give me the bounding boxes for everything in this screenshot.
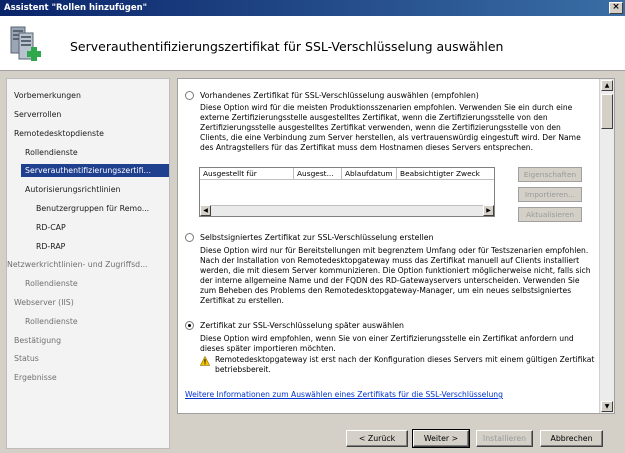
sidebar-item-rollendienste-nps: Rollendienste bbox=[25, 279, 78, 288]
main-content-panel: Vorhandenes Zertifikat für SSL-Verschlüs… bbox=[177, 78, 615, 414]
sidebar-item-netzwerkrichtlinien: Netzwerkrichtlinien- und Zugriffsd... bbox=[7, 260, 148, 269]
server-wizard-icon bbox=[10, 26, 41, 61]
later-desc-line: Diese Option wird empfohlen, wenn Sie vo… bbox=[200, 334, 574, 343]
existing-cert-description: Diese Option wird für die meisten Produk… bbox=[200, 103, 596, 153]
sidebar-item-serverrollen[interactable]: Serverrollen bbox=[14, 108, 61, 121]
scroll-right-icon[interactable]: ▶ bbox=[483, 205, 494, 216]
warning-line: Remotedesktopgateway ist erst nach der K… bbox=[215, 355, 595, 364]
sidebar-item-vorbemerkungen[interactable]: Vorbemerkungen bbox=[14, 89, 81, 102]
cancel-button[interactable]: Abbrechen bbox=[540, 430, 603, 447]
self-signed-label[interactable]: Selbstsigniertes Zertifikat zur SSL-Vers… bbox=[200, 233, 434, 242]
self-signed-desc-line: Nach der Installation von Remotedesktopg… bbox=[200, 256, 580, 265]
self-signed-desc-line: werden, die mit diesem Server kommunizie… bbox=[200, 266, 591, 275]
existing-cert-label[interactable]: Vorhandenes Zertifikat für SSL-Verschlüs… bbox=[200, 91, 479, 100]
properties-button[interactable]: Eigenschaften bbox=[518, 167, 582, 182]
self-signed-desc-line: Diese Option wird nur für Bereitstellung… bbox=[200, 246, 589, 255]
existing-desc-line: Diese Option wird für die meisten Produk… bbox=[200, 103, 573, 112]
sidebar-item-remotedesktopdienste[interactable]: Remotedesktopdienste bbox=[14, 127, 104, 140]
warning-icon bbox=[200, 356, 210, 366]
self-signed-radio[interactable] bbox=[185, 233, 194, 242]
self-signed-desc-line: der interne allgemeine Name und der FQDN… bbox=[200, 276, 580, 285]
column-header-issued-by[interactable]: Ausgest... bbox=[294, 168, 342, 180]
scrollbar-thumb[interactable] bbox=[601, 94, 613, 129]
self-signed-desc-line: zum Beheben des Problems den Remotedeskt… bbox=[200, 286, 572, 295]
sidebar-item-status: Status bbox=[14, 354, 39, 363]
warning-line: betriebsbereit. bbox=[215, 365, 271, 374]
sidebar-item-autorisierungsrichtlinien[interactable]: Autorisierungsrichtlinien bbox=[25, 183, 120, 196]
later-warning-text: Remotedesktopgateway ist erst nach der K… bbox=[215, 355, 597, 375]
certificate-list[interactable]: Ausgestellt für Ausgest... Ablaufdatum B… bbox=[199, 167, 495, 217]
more-info-link[interactable]: Weitere Informationen zum Auswählen eine… bbox=[185, 390, 503, 399]
later-radio[interactable] bbox=[185, 321, 194, 330]
sidebar-item-serverauthentifizierung[interactable]: Serverauthentifizierungszertifi... bbox=[21, 164, 169, 177]
back-button[interactable]: < Zurück bbox=[346, 430, 408, 447]
window-title: Assistent "Rollen hinzufügen" bbox=[4, 3, 148, 13]
existing-desc-line: Zertifizierungsstelle ausgestelltes Zert… bbox=[200, 123, 561, 132]
existing-desc-line: Clients, die eine Verbindung zum Server … bbox=[200, 133, 581, 142]
wizard-header: Serverauthentifizierungszertifikat für S… bbox=[0, 16, 625, 71]
existing-desc-line: externe Zertifizierungsstelle ausgestell… bbox=[200, 113, 548, 122]
sidebar-item-ergebnisse: Ergebnisse bbox=[14, 373, 57, 382]
later-desc-line: dieses später importieren möchten. bbox=[200, 344, 336, 353]
scroll-left-icon[interactable]: ◀ bbox=[200, 205, 211, 216]
wizard-body: Vorbemerkungen Serverrollen Remotedeskto… bbox=[0, 72, 625, 453]
table-horizontal-scrollbar[interactable]: ◀ ▶ bbox=[200, 205, 494, 216]
sidebar-item-rollendienste-iis: Rollendienste bbox=[25, 317, 78, 326]
column-header-purpose[interactable]: Beabsichtigter Zweck bbox=[397, 168, 494, 180]
close-icon: × bbox=[612, 2, 620, 12]
existing-cert-radio[interactable] bbox=[185, 91, 194, 100]
wizard-steps-sidebar: Vorbemerkungen Serverrollen Remotedeskto… bbox=[6, 78, 170, 449]
import-button[interactable]: Importieren... bbox=[518, 187, 582, 202]
close-button[interactable]: × bbox=[609, 2, 623, 14]
sidebar-item-webserver: Webserver (IIS) bbox=[14, 298, 74, 307]
main-vertical-scrollbar[interactable]: ▲ ▼ bbox=[599, 79, 614, 413]
page-title: Serverauthentifizierungszertifikat für S… bbox=[70, 39, 504, 54]
sidebar-item-rd-rap[interactable]: RD-RAP bbox=[36, 240, 65, 253]
sidebar-item-rollendienste[interactable]: Rollendienste bbox=[25, 146, 78, 159]
existing-desc-line: des Antragstellers für das Zertifikat mu… bbox=[200, 143, 533, 152]
self-signed-description: Diese Option wird nur für Bereitstellung… bbox=[200, 246, 596, 306]
refresh-button[interactable]: Aktualisieren bbox=[518, 207, 582, 222]
title-bar: Assistent "Rollen hinzufügen" × bbox=[0, 0, 625, 16]
column-header-expiry[interactable]: Ablaufdatum bbox=[342, 168, 397, 180]
scroll-up-icon[interactable]: ▲ bbox=[601, 80, 613, 91]
sidebar-item-benutzergruppen[interactable]: Benutzergruppen für Remo... bbox=[36, 202, 149, 215]
column-header-issued-to[interactable]: Ausgestellt für bbox=[200, 168, 294, 180]
self-signed-desc-line: Zertifikat zu erstellen. bbox=[200, 296, 284, 305]
scroll-down-icon[interactable]: ▼ bbox=[601, 401, 613, 412]
install-button[interactable]: Installieren bbox=[476, 430, 533, 447]
next-button[interactable]: Weiter > bbox=[412, 429, 470, 448]
later-label[interactable]: Zertifikat zur SSL-Verschlüsselung späte… bbox=[200, 321, 404, 330]
later-description: Diese Option wird empfohlen, wenn Sie vo… bbox=[200, 334, 596, 354]
sidebar-item-rd-cap[interactable]: RD-CAP bbox=[36, 221, 66, 234]
sidebar-item-bestaetigung: Bestätigung bbox=[14, 336, 62, 345]
